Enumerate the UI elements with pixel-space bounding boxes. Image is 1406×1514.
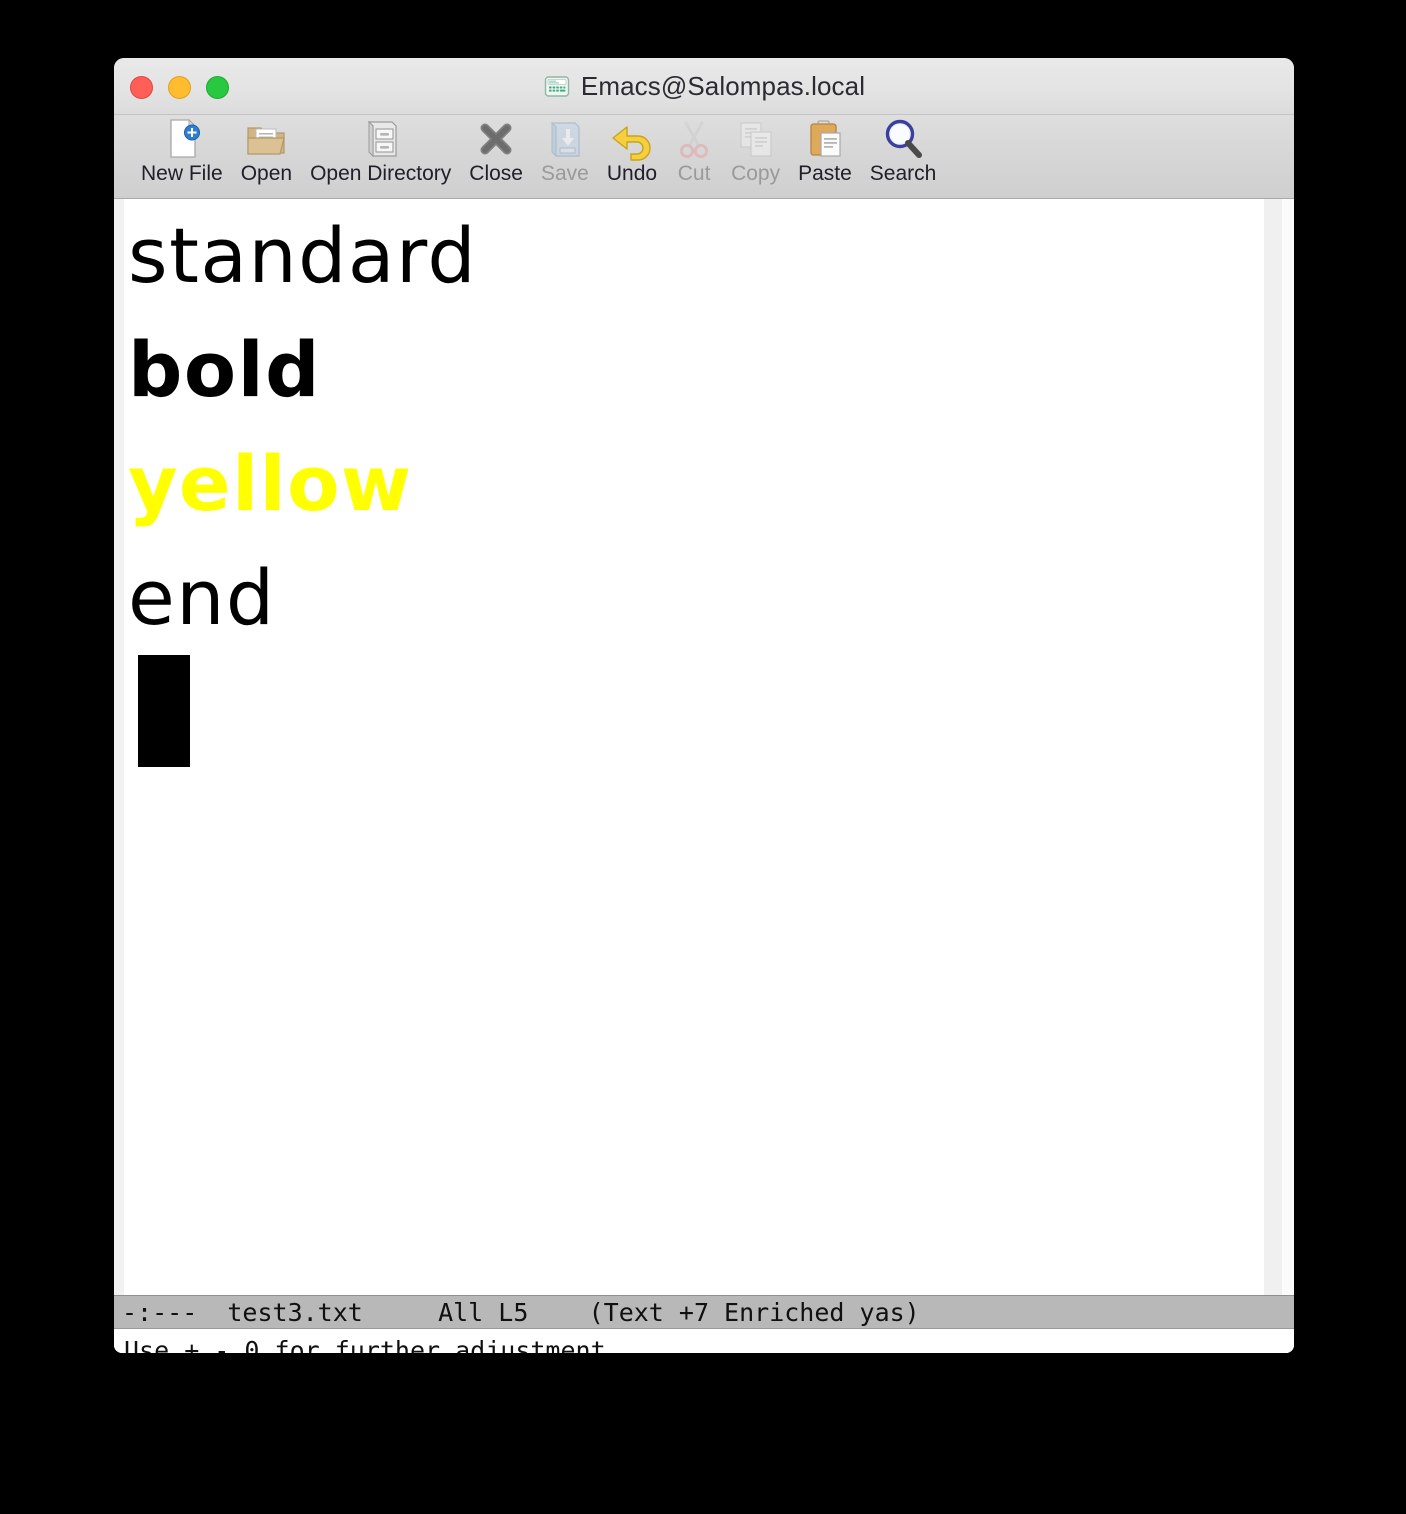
left-fringe xyxy=(114,199,124,1295)
maximize-window-button[interactable] xyxy=(206,76,229,99)
close-window-button[interactable] xyxy=(130,76,153,99)
toolbar-label: Open xyxy=(240,162,293,185)
toolbar-label: Copy xyxy=(731,162,781,185)
right-frame-margin xyxy=(1282,199,1294,1295)
title-bar: Emacs@Salompas.local xyxy=(114,58,1294,115)
emacs-window: Emacs@Salompas.local New File Open Open … xyxy=(114,58,1294,1353)
toolbar-button-copy[interactable]: Copy xyxy=(722,115,789,186)
window-title: Emacs@Salompas.local xyxy=(580,71,866,101)
toolbar-label: Undo xyxy=(606,162,658,185)
text-cursor xyxy=(138,655,190,767)
magnifier-icon xyxy=(882,117,924,161)
copy-icon xyxy=(735,117,777,161)
emacs-icon xyxy=(543,73,571,101)
emacs-frame-body: standard bold yellow end -:--- test3.txt… xyxy=(114,199,1294,1353)
close-x-icon xyxy=(476,117,516,161)
toolbar-label: Open Directory xyxy=(310,162,452,185)
mode-line-text: -:--- test3.txt All L5 (Text +7 Enriched… xyxy=(122,1297,920,1327)
toolbar: New File Open Open Directory Close Save … xyxy=(114,115,1294,199)
scissors-icon xyxy=(675,117,713,161)
new-file-icon xyxy=(161,117,203,161)
toolbar-button-cut[interactable]: Cut xyxy=(666,115,722,186)
toolbar-label: Search xyxy=(869,162,937,185)
toolbar-button-new-file[interactable]: New File xyxy=(132,115,232,186)
vertical-scrollbar[interactable] xyxy=(1264,199,1282,1295)
toolbar-button-paste[interactable]: Paste xyxy=(789,115,861,186)
echo-area: Use +,-,0 for further adjustment xyxy=(114,1330,1294,1353)
open-folder-icon xyxy=(244,117,288,161)
toolbar-button-search[interactable]: Search xyxy=(861,115,946,186)
toolbar-button-open[interactable]: Open xyxy=(232,115,301,186)
toolbar-button-open-directory[interactable]: Open Directory xyxy=(301,115,460,186)
minimize-window-button[interactable] xyxy=(168,76,191,99)
file-cabinet-icon xyxy=(361,117,401,161)
mode-line[interactable]: -:--- test3.txt All L5 (Text +7 Enriched… xyxy=(114,1295,1294,1329)
clipboard-paste-icon xyxy=(804,117,846,161)
buffer-line-3: yellow xyxy=(128,439,413,528)
buffer-line-1: standard xyxy=(128,211,478,300)
text-buffer[interactable]: standard bold yellow end xyxy=(124,199,1264,1295)
undo-arrow-icon xyxy=(609,117,655,161)
window-title-group: Emacs@Salompas.local xyxy=(114,71,1294,102)
toolbar-label: Paste xyxy=(798,162,852,185)
toolbar-label: New File xyxy=(141,162,223,185)
toolbar-button-save[interactable]: Save xyxy=(532,115,598,186)
toolbar-button-undo[interactable]: Undo xyxy=(598,115,666,186)
save-icon xyxy=(545,117,585,161)
toolbar-label: Cut xyxy=(677,162,711,185)
toolbar-button-close[interactable]: Close xyxy=(460,115,532,186)
buffer-line-2: bold xyxy=(128,325,322,414)
toolbar-label: Close xyxy=(469,162,523,185)
toolbar-label: Save xyxy=(540,162,589,185)
buffer-line-4: end xyxy=(128,553,276,642)
echo-area-message: Use +,-,0 for further adjustment xyxy=(124,1335,606,1354)
